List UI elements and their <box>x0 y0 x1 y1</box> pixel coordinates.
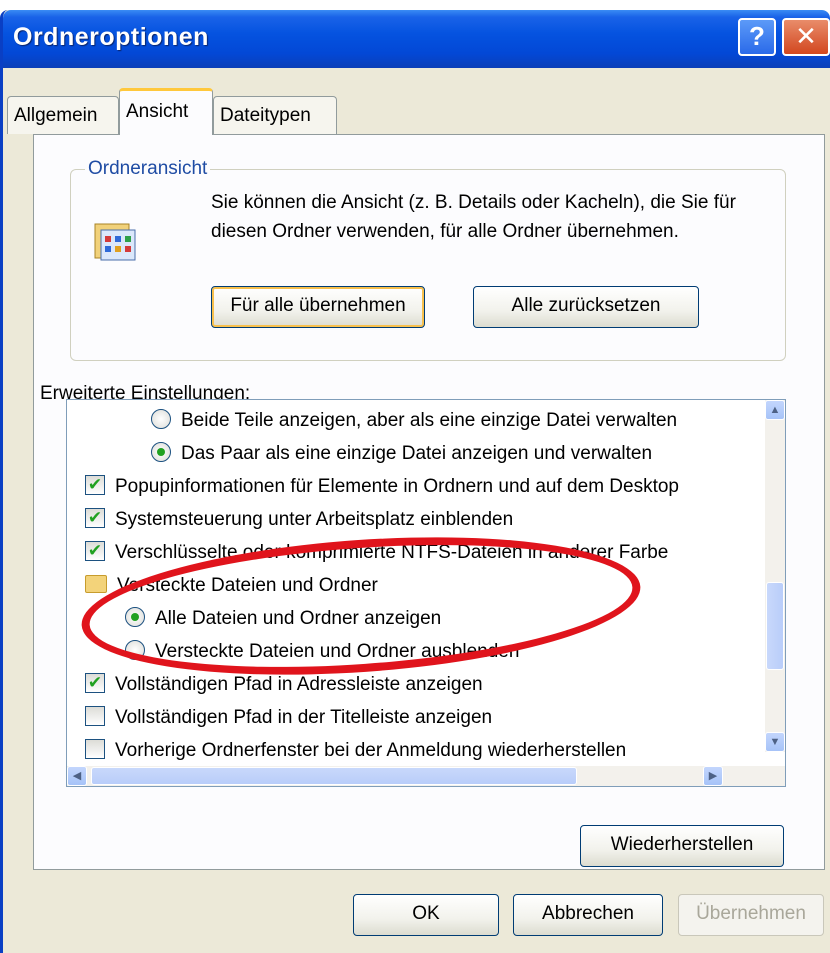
checkbox-unchecked-icon[interactable] <box>85 705 105 726</box>
tab-panel-ansicht: Ordneransicht Sie können die Ansicht (z.… <box>33 134 825 870</box>
checkbox-checked-icon[interactable]: ✔ <box>85 540 105 561</box>
window-title: Ordneroptionen <box>13 23 209 51</box>
setting-row[interactable]: Beide Teile anzeigen, aber als eine einz… <box>151 404 677 438</box>
setting-label: Beide Teile anzeigen, aber als eine einz… <box>181 410 678 431</box>
apply-to-all-folders-button[interactable]: Für alle übernehmen <box>211 286 425 328</box>
advanced-settings-list[interactable]: Beide Teile anzeigen, aber als eine einz… <box>66 399 786 787</box>
setting-row[interactable]: Versteckte Dateien und Ordner <box>85 569 378 603</box>
setting-row[interactable]: Versteckte Dateien und Ordner ausblenden <box>125 635 519 669</box>
cancel-button[interactable]: Abbrechen <box>513 894 663 936</box>
tab-dateitypen[interactable]: Dateitypen <box>213 96 337 134</box>
setting-label: Alle Dateien und Ordner anzeigen <box>155 608 442 629</box>
horizontal-scroll-thumb[interactable] <box>91 767 577 785</box>
setting-row[interactable]: ✔ Verschlüsselte oder komprimierte NTFS-D… <box>85 536 668 570</box>
setting-label: Systemsteuerung unter Arbeitsplatz einbl… <box>115 509 514 530</box>
checkbox-checked-icon[interactable]: ✔ <box>85 474 105 495</box>
setting-label: Vollständigen Pfad in der Titelleiste an… <box>115 707 493 728</box>
setting-label: Versteckte Dateien und Ordner <box>117 575 378 596</box>
setting-row[interactable]: ✔ Popupinformationen für Elemente in Ordn… <box>85 470 679 504</box>
restore-defaults-button[interactable]: Wiederherstellen <box>580 825 784 867</box>
tab-allgemein[interactable]: Allgemein <box>7 96 119 134</box>
setting-row[interactable]: ✔ Systemsteuerung unter Arbeitsplatz einb… <box>85 503 513 537</box>
setting-label: Popupinformationen für Elemente in Ordne… <box>115 476 679 497</box>
apply-button[interactable]: Übernehmen <box>678 894 824 936</box>
scroll-down-button[interactable]: ▼ <box>765 732 785 752</box>
setting-row[interactable]: Das Paar als eine einzige Datei anzeigen… <box>151 437 652 471</box>
folder-view-group: Ordneransicht Sie können die Ansicht (z.… <box>70 158 786 361</box>
radio-checked-icon[interactable] <box>151 441 171 462</box>
setting-label: Vorherige Ordnerfenster bei der Anmeldun… <box>115 740 627 761</box>
setting-label: Das Paar als eine einzige Datei anzeigen… <box>181 443 653 464</box>
reset-all-folders-button[interactable]: Alle zurücksetzen <box>473 286 699 328</box>
scroll-right-button[interactable]: ▶ <box>703 766 723 786</box>
setting-label: Versteckte Dateien und Ordner ausblenden <box>155 641 520 662</box>
scroll-up-button[interactable]: ▲ <box>765 400 785 420</box>
radio-unchecked-icon[interactable] <box>151 408 171 429</box>
folder-view-icon <box>94 223 136 261</box>
radio-unchecked-icon[interactable] <box>125 639 145 660</box>
tab-strip: Allgemein Ansicht Dateitypen <box>3 88 830 135</box>
vertical-scroll-thumb[interactable] <box>766 582 784 670</box>
folder-options-dialog: Ordneroptionen ? ✕ Allgemein Ansicht Dat… <box>0 10 830 953</box>
setting-row[interactable]: ✔ Vollständigen Pfad in Adressleiste anze… <box>85 668 483 702</box>
setting-label: Verschlüsselte oder komprimierte NTFS-Da… <box>115 542 669 563</box>
setting-label: Vollständigen Pfad in Adressleiste anzei… <box>115 674 483 695</box>
vertical-scrollbar[interactable]: ▲ ▼ <box>765 400 785 752</box>
setting-row[interactable]: Vorherige Ordnerfenster bei der Anmeldun… <box>85 734 626 768</box>
tab-ansicht[interactable]: Ansicht <box>119 88 213 135</box>
horizontal-scrollbar[interactable]: ◀ ▶ <box>67 766 785 786</box>
folder-view-legend: Ordneransicht <box>85 158 211 180</box>
scroll-left-button[interactable]: ◀ <box>67 766 87 786</box>
folder-view-description: Sie können die Ansicht (z. B. Details od… <box>211 192 736 242</box>
setting-row[interactable]: Alle Dateien und Ordner anzeigen <box>125 602 441 636</box>
title-bar[interactable]: Ordneroptionen ? ✕ <box>3 10 830 68</box>
ok-button[interactable]: OK <box>353 894 499 936</box>
folder-icon <box>85 574 107 593</box>
checkbox-checked-icon[interactable]: ✔ <box>85 672 105 693</box>
help-button[interactable]: ? <box>738 18 776 56</box>
setting-row[interactable]: Vollständigen Pfad in der Titelleiste an… <box>85 701 492 735</box>
close-button[interactable]: ✕ <box>782 18 830 56</box>
checkbox-checked-icon[interactable]: ✔ <box>85 507 105 528</box>
radio-checked-icon[interactable] <box>125 606 145 627</box>
checkbox-unchecked-icon[interactable] <box>85 738 105 759</box>
